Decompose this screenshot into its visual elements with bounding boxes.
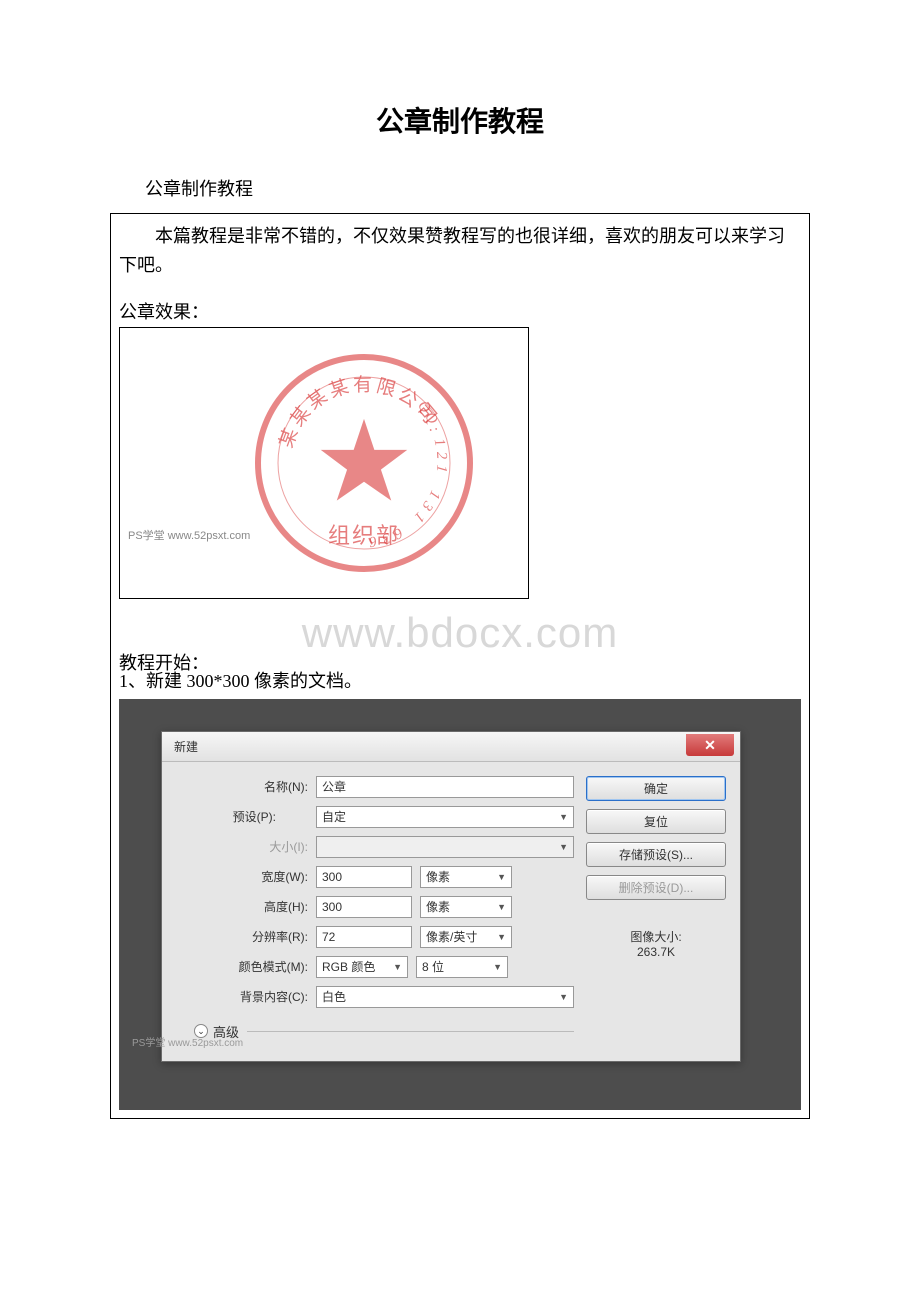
chevron-down-icon: ▼ (493, 962, 502, 972)
content-frame: 本篇教程是非常不错的，不仅效果赞教程写的也很详细，喜欢的朋友可以来学习下吧。 公… (110, 213, 810, 1119)
width-input[interactable]: 300 (316, 866, 412, 888)
height-unit-select[interactable]: 像素 ▼ (420, 896, 512, 918)
color-mode-select[interactable]: RGB 颜色 ▼ (316, 956, 408, 978)
preset-value: 自定 (322, 808, 346, 825)
step-1-text: 1、新建 300*300 像素的文档。 (119, 667, 801, 693)
intro-text: 本篇教程是非常不错的，不仅效果赞教程写的也很详细，喜欢的朋友可以来学习下吧。 (119, 222, 801, 280)
ok-button[interactable]: 确定 (586, 776, 726, 801)
chevron-down-icon: ▼ (559, 812, 568, 822)
preset-label: 预设(P): (176, 808, 284, 825)
ps-watermark-dialog: PS学堂 www.52psxt.com (132, 1034, 243, 1049)
resolution-unit-value: 像素/英寸 (426, 928, 477, 945)
effect-label: 公章效果： (119, 298, 801, 324)
background-label: 背景内容(C): (176, 988, 316, 1005)
color-mode-label: 颜色模式(M): (176, 958, 316, 975)
close-button[interactable]: ✕ (686, 734, 734, 756)
image-size-label: 图像大小: (586, 928, 726, 945)
size-select: ▼ (316, 836, 574, 858)
background-value: 白色 (322, 988, 346, 1005)
subtitle: 公章制作教程 (145, 175, 810, 201)
background-select[interactable]: 白色 ▼ (316, 986, 574, 1008)
divider (247, 1031, 574, 1032)
reset-button[interactable]: 复位 (586, 809, 726, 834)
delete-preset-button: 删除预设(D)... (586, 875, 726, 900)
star-icon (317, 414, 411, 508)
chevron-down-icon: ▼ (497, 872, 506, 882)
color-bits-select[interactable]: 8 位 ▼ (416, 956, 508, 978)
color-bits-value: 8 位 (422, 958, 444, 975)
resolution-label: 分辨率(R): (176, 928, 316, 945)
name-label: 名称(N): (176, 778, 316, 795)
height-unit-value: 像素 (426, 898, 450, 915)
image-size-value: 263.7K (586, 945, 726, 959)
dialog-body: 名称(N): 公章 预设(P): 自定 ▼ 大小(I): (162, 762, 740, 1061)
form-column: 名称(N): 公章 预设(P): 自定 ▼ 大小(I): (176, 776, 586, 1041)
dialog-header: 新建 ✕ (162, 732, 740, 762)
button-column: 确定 复位 存储预设(S)... 删除预设(D)... 图像大小: 263.7K (586, 776, 726, 1041)
height-label: 高度(H): (176, 898, 316, 915)
resolution-input[interactable]: 72 (316, 926, 412, 948)
name-input[interactable]: 公章 (316, 776, 574, 798)
dialog-title: 新建 (174, 738, 198, 755)
image-size-info: 图像大小: 263.7K (586, 928, 726, 959)
stamp-outer-circle: 某某某某有限公司 QQ:121 131 636 组织部 (255, 354, 473, 572)
preset-select[interactable]: 自定 ▼ (316, 806, 574, 828)
width-unit-value: 像素 (426, 868, 450, 885)
stamp-preview: 某某某某有限公司 QQ:121 131 636 组织部 PS学堂 www.52p… (119, 327, 529, 599)
dialog-screenshot: 新建 ✕ 名称(N): 公章 预设(P): 自 (119, 699, 801, 1110)
page-title: 公章制作教程 (110, 100, 810, 140)
chevron-down-icon: ▼ (559, 992, 568, 1002)
width-unit-select[interactable]: 像素 ▼ (420, 866, 512, 888)
chevron-down-icon: ▼ (497, 902, 506, 912)
chevron-down-icon: ▼ (559, 842, 568, 852)
stamp-bottom-text: 组织部 (328, 518, 400, 550)
close-icon: ✕ (704, 737, 716, 754)
ps-watermark: PS学堂 www.52psxt.com (128, 527, 250, 543)
chevron-down-icon: ▼ (497, 932, 506, 942)
save-preset-button[interactable]: 存储预设(S)... (586, 842, 726, 867)
new-document-dialog: 新建 ✕ 名称(N): 公章 预设(P): 自 (161, 731, 741, 1062)
resolution-unit-select[interactable]: 像素/英寸 ▼ (420, 926, 512, 948)
height-input[interactable]: 300 (316, 896, 412, 918)
width-label: 宽度(W): (176, 868, 316, 885)
color-mode-value: RGB 颜色 (322, 958, 375, 975)
size-label: 大小(I): (176, 838, 316, 855)
chevron-down-icon: ▼ (393, 962, 402, 972)
